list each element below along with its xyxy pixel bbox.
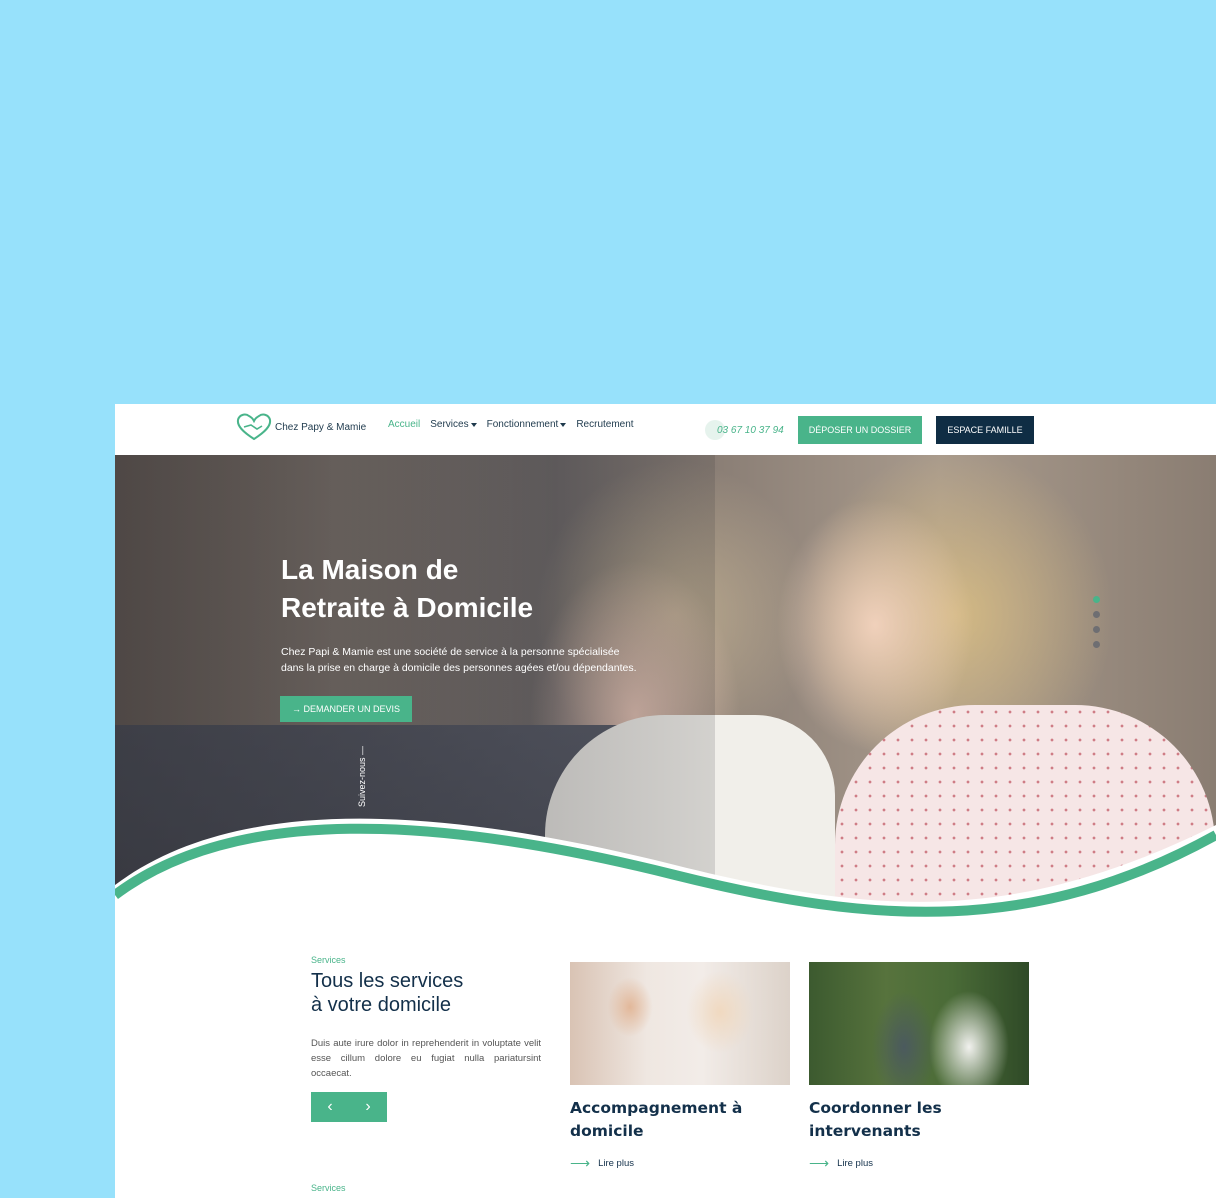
nav-item-accueil[interactable]: Accueil xyxy=(388,419,420,430)
read-more-label: Lire plus xyxy=(598,1158,634,1169)
hero-wave xyxy=(115,818,1216,925)
service-card-image xyxy=(809,962,1029,1085)
service-card-image xyxy=(570,962,790,1085)
service-card-title-line: Accompagnement à xyxy=(570,1099,743,1117)
phone-link[interactable]: 03 67 10 37 94 xyxy=(705,420,784,440)
logo[interactable]: Chez Papy & Mamie xyxy=(235,412,366,442)
brand-name: Chez Papy & Mamie xyxy=(275,421,367,433)
read-more-link[interactable]: ⟶ Lire plus xyxy=(809,1155,1029,1172)
website-frame: Chez Papy & Mamie Accueil Services Fonct… xyxy=(115,404,1216,1198)
nav-item-fonctionnement[interactable]: Fonctionnement xyxy=(487,419,567,430)
service-card[interactable]: Coordonner les intervenants ⟶ Lire plus xyxy=(809,962,1029,1172)
service-card-title: Accompagnement à domicile xyxy=(570,1097,790,1143)
arrow-right-icon: ⟶ xyxy=(809,1155,830,1171)
read-more-link[interactable]: ⟶ Lire plus xyxy=(570,1155,790,1172)
services-eyebrow-next: Services xyxy=(311,1183,346,1193)
service-card-title-line: intervenants xyxy=(809,1122,921,1140)
nav-label: Fonctionnement xyxy=(486,419,559,430)
phone-number: 03 67 10 37 94 xyxy=(717,424,784,436)
family-space-button[interactable]: ESPACE FAMILLE xyxy=(936,416,1034,444)
nav-item-services[interactable]: Services xyxy=(430,419,477,430)
arrow-right-icon: ⟶ xyxy=(570,1155,591,1171)
submit-file-button[interactable]: DÉPOSER UN DOSSIER xyxy=(798,416,922,444)
chevron-right-icon[interactable]: › xyxy=(365,1098,370,1116)
services-title-line: à votre domicile xyxy=(311,994,452,1016)
service-card-title-line: Coordonner les xyxy=(809,1099,942,1117)
service-card[interactable]: Accompagnement à domicile ⟶ Lire plus xyxy=(570,962,790,1172)
nav-item-recrutement[interactable]: Recrutement xyxy=(576,419,633,430)
services-carousel-controls: ‹ › xyxy=(311,1092,387,1122)
main-nav: Accueil Services Fonctionnement Recrutem… xyxy=(388,419,634,430)
nav-label: Accueil xyxy=(388,419,421,430)
site-header: Chez Papy & Mamie Accueil Services Fonct… xyxy=(115,404,1216,455)
services-eyebrow: Services xyxy=(311,955,346,965)
service-card-title-line: domicile xyxy=(570,1122,644,1140)
services-title-line: Tous les services xyxy=(311,970,464,992)
service-card-title: Coordonner les intervenants xyxy=(809,1097,1029,1143)
read-more-label: Lire plus xyxy=(837,1158,873,1169)
services-title: Tous les services à votre domicile xyxy=(311,969,463,1017)
caret-down-icon xyxy=(470,422,477,427)
caret-down-icon xyxy=(560,422,567,427)
nav-label: Services xyxy=(430,419,469,430)
services-description: Duis aute irure dolor in reprehenderit i… xyxy=(311,1038,541,1079)
nav-label: Recrutement xyxy=(576,419,634,430)
chevron-left-icon[interactable]: ‹ xyxy=(327,1098,332,1116)
hero-banner: La Maison de Retraite à Domicile Chez Pa… xyxy=(115,455,1216,925)
heart-hands-icon xyxy=(236,413,272,441)
